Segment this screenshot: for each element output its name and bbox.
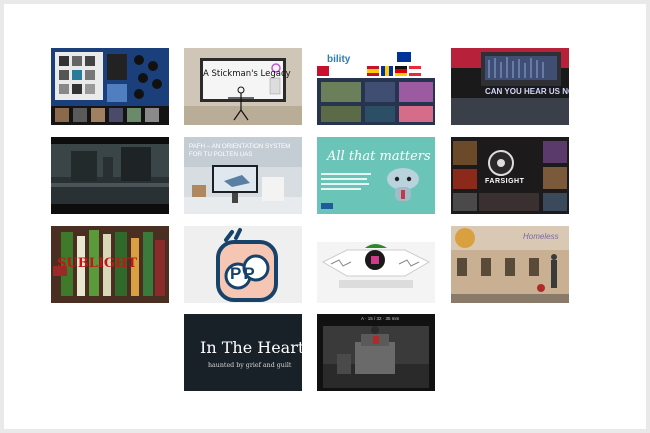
tile-title: FARSIGHT	[485, 178, 525, 185]
farsight-thumbnail	[451, 137, 569, 214]
project-tile-pp[interactable]: PP	[184, 226, 302, 303]
tile-title: SUBLIGHT	[57, 256, 137, 271]
gallery-frame: A Stickman's Legacy bility CAN YOU HEAR …	[4, 4, 646, 429]
camera-render-thumbnail	[317, 314, 435, 391]
project-tile-pafh[interactable]: PAFH – AN ORIENTATION SYSTEM FOR TU POLT…	[184, 137, 302, 214]
project-tile-tech-diagram[interactable]	[317, 226, 435, 303]
project-tile-stickmans-legacy[interactable]: A Stickman's Legacy	[184, 48, 302, 125]
tile-title: In The Heart	[200, 338, 302, 357]
project-tile-in-the-heart[interactable]: In The Heart haunted by grief and guilt	[184, 314, 302, 391]
misty-city-thumbnail	[51, 137, 169, 214]
project-tile-all-that-matters[interactable]: All that matters	[317, 137, 435, 214]
tile-title: All that matters	[327, 149, 431, 164]
project-tile-homeless[interactable]: Homeless	[451, 226, 569, 303]
project-tile-misty-city[interactable]	[51, 137, 169, 214]
stickman-thumbnail	[184, 48, 302, 125]
tile-title: CAN YOU HEAR US NOW?	[485, 87, 569, 96]
project-tile-ability[interactable]: bility	[317, 48, 435, 125]
collage-thumbnail	[51, 48, 169, 125]
project-tile-farsight[interactable]: FARSIGHT	[451, 137, 569, 214]
project-tile-sublight[interactable]: SUBLIGHT	[51, 226, 169, 303]
viewport-label: A · 15 / 32 · 35 mm	[361, 316, 400, 321]
tile-title: PAFH – AN ORIENTATION SYSTEM FOR TU POLT…	[189, 143, 291, 158]
tile-title: A Stickman's Legacy	[203, 69, 291, 79]
tech-diagram-thumbnail	[317, 226, 435, 303]
project-tile-camera-render[interactable]: A · 15 / 32 · 35 mm	[317, 314, 435, 391]
tile-title: Homeless	[523, 232, 559, 241]
tile-subtitle: haunted by grief and guilt	[208, 362, 292, 369]
tile-title: bility	[327, 54, 351, 65]
project-tile-collage[interactable]	[51, 48, 169, 125]
tile-title: PP	[230, 264, 257, 283]
project-tile-can-you-hear-us[interactable]: CAN YOU HEAR US NOW?	[451, 48, 569, 125]
